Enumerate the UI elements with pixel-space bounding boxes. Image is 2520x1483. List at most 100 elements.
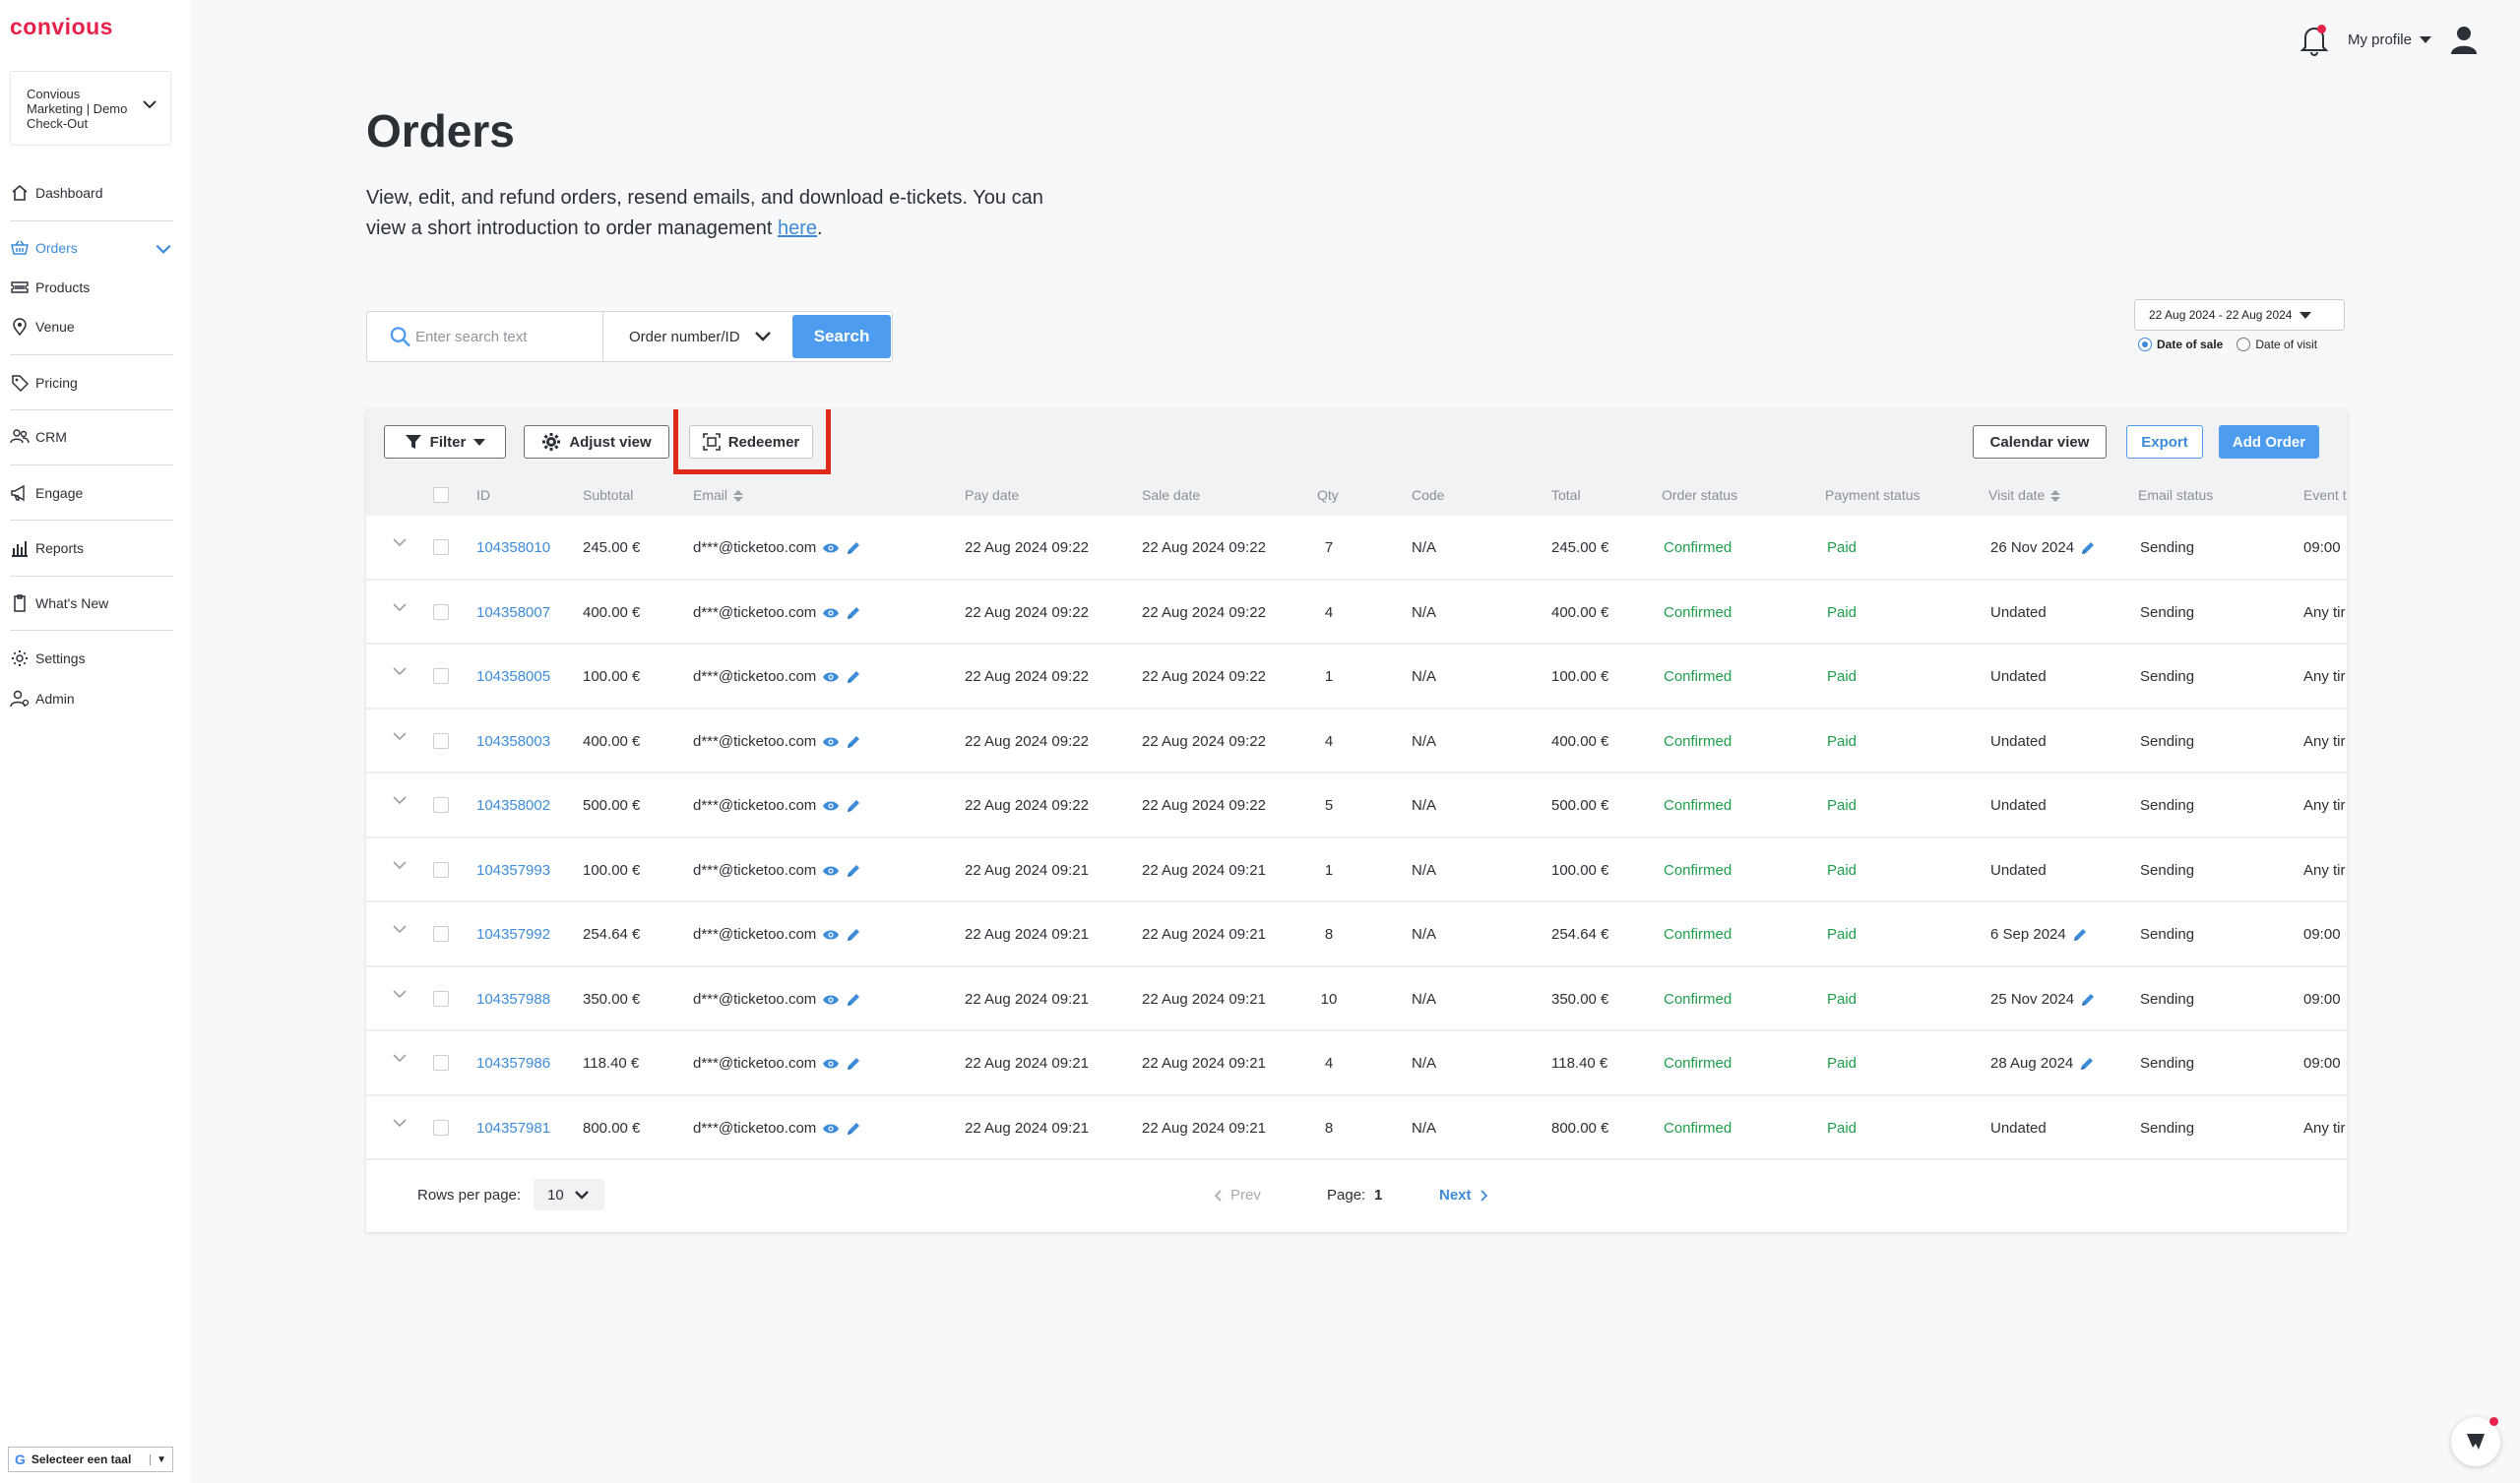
pencil-icon[interactable] [2080, 992, 2096, 1008]
cell-text[interactable]: 104358003 [476, 733, 550, 750]
order-id-link[interactable]: 104357988 [476, 991, 550, 1008]
cell-text[interactable]: 104358010 [476, 539, 550, 556]
add-order-button[interactable]: Add Order [2219, 425, 2319, 459]
order-id-link[interactable]: 104357981 [476, 1120, 550, 1137]
pencil-icon[interactable] [846, 1056, 861, 1072]
radio-date-of-visit[interactable]: Date of visit [2236, 338, 2317, 351]
search-button[interactable]: Search [792, 315, 891, 358]
row-checkbox[interactable] [433, 990, 449, 1007]
calendar-view-button[interactable]: Calendar view [1973, 425, 2107, 459]
chevron-down-icon[interactable] [392, 537, 408, 547]
column-header-subtotal[interactable]: Subtotal [583, 487, 633, 503]
row-checkbox[interactable] [433, 861, 449, 878]
eye-icon[interactable] [822, 928, 840, 942]
chevron-down-icon[interactable] [392, 924, 408, 934]
table-row[interactable]: 104358003 400.00 € d***@ticketoo.com 22 Aug… [366, 710, 2347, 773]
column-header-event-time[interactable]: Event t [2303, 487, 2347, 503]
eye-icon[interactable] [822, 799, 840, 813]
column-header-sale-date[interactable]: Sale date [1142, 487, 1200, 503]
cell-text[interactable]: 104357992 [476, 926, 550, 943]
sort-icon[interactable] [733, 489, 744, 503]
row-checkbox[interactable] [433, 1119, 449, 1136]
table-row[interactable]: 104357988 350.00 € d***@ticketoo.com 22 Aug… [366, 967, 2347, 1031]
order-id-link[interactable]: 104358003 [476, 733, 550, 750]
sidebar-item-products[interactable]: Products [10, 274, 173, 301]
order-id-link[interactable]: 104358010 [476, 539, 550, 556]
column-header-email[interactable]: Email [693, 487, 744, 503]
sidebar-item-whats-new[interactable]: What's New [10, 589, 173, 617]
sidebar-item-engage[interactable]: Engage [10, 479, 173, 507]
order-id-link[interactable]: 104357986 [476, 1055, 550, 1072]
table-row[interactable]: 104358010 245.00 € d***@ticketoo.com 22 Aug… [366, 516, 2347, 581]
sidebar-item-dashboard[interactable]: Dashboard [10, 179, 173, 207]
profile-menu[interactable]: My profile [2348, 31, 2431, 48]
eye-icon[interactable] [822, 1122, 840, 1136]
export-button[interactable]: Export [2126, 425, 2203, 459]
order-id-link[interactable]: 104358007 [476, 604, 550, 621]
eye-icon[interactable] [822, 1057, 840, 1071]
cell-text[interactable]: 104358002 [476, 797, 550, 814]
pencil-icon[interactable] [846, 1121, 861, 1137]
column-header-email-status[interactable]: Email status [2138, 487, 2213, 503]
sort-icon[interactable] [2050, 489, 2061, 503]
pencil-icon[interactable] [2080, 540, 2096, 556]
table-row[interactable]: 104357986 118.40 € d***@ticketoo.com 22 Aug… [366, 1031, 2347, 1096]
order-id-link[interactable]: 104357992 [476, 926, 550, 943]
language-selector[interactable]: G Selecteer een taal ▼ [8, 1447, 173, 1472]
sidebar-item-settings[interactable]: Settings [10, 645, 173, 672]
search-type-select[interactable]: Order number/ID [603, 329, 790, 345]
sidebar-item-crm[interactable]: CRM [10, 423, 173, 451]
row-checkbox[interactable] [433, 1055, 449, 1071]
order-id-link[interactable]: 104358005 [476, 668, 550, 685]
sidebar-item-admin[interactable]: Admin [10, 685, 173, 712]
intro-link[interactable]: here [778, 217, 817, 239]
pencil-icon[interactable] [846, 863, 861, 879]
sidebar-item-venue[interactable]: Venue [10, 313, 173, 340]
column-header-visit-date[interactable]: Visit date [1988, 487, 2061, 503]
table-row[interactable]: 104358007 400.00 € d***@ticketoo.com 22 Aug… [366, 581, 2347, 645]
column-header-total[interactable]: Total [1551, 487, 1581, 503]
pencil-icon[interactable] [846, 992, 861, 1008]
order-id-link[interactable]: 104357993 [476, 862, 550, 879]
radio-button-selected[interactable] [2138, 338, 2152, 351]
prev-page-button[interactable]: Prev [1215, 1187, 1261, 1204]
pencil-icon[interactable] [846, 605, 861, 621]
next-page-button[interactable]: Next [1439, 1187, 1487, 1204]
chevron-down-icon[interactable] [392, 602, 408, 612]
sidebar-item-pricing[interactable]: Pricing [10, 369, 173, 397]
chevron-down-icon[interactable] [392, 860, 408, 870]
eye-icon[interactable] [822, 993, 840, 1007]
eye-icon[interactable] [822, 735, 840, 749]
table-row[interactable]: 104357981 800.00 € d***@ticketoo.com 22 Aug… [366, 1096, 2347, 1160]
notifications-bell[interactable] [2297, 22, 2332, 57]
column-header-order-status[interactable]: Order status [1662, 487, 1737, 503]
search-input[interactable] [415, 328, 602, 345]
pencil-icon[interactable] [846, 798, 861, 814]
date-range-picker[interactable]: 22 Aug 2024 - 22 Aug 2024 [2134, 299, 2345, 331]
cell-text[interactable]: 104358005 [476, 668, 550, 685]
redeemer-button[interactable]: Redeemer [689, 425, 813, 459]
chevron-down-icon[interactable] [392, 795, 408, 805]
pencil-icon[interactable] [2072, 927, 2088, 943]
pencil-icon[interactable] [2079, 1056, 2095, 1072]
row-checkbox[interactable] [433, 797, 449, 813]
cell-text[interactable]: 104357988 [476, 991, 550, 1008]
cell-text[interactable]: 104357981 [476, 1120, 550, 1137]
column-header-id[interactable]: ID [476, 487, 490, 503]
chevron-down-icon[interactable] [392, 989, 408, 999]
row-checkbox[interactable] [433, 926, 449, 942]
row-checkbox[interactable] [433, 539, 449, 555]
chevron-down-icon[interactable] [392, 666, 408, 676]
pencil-icon[interactable] [846, 927, 861, 943]
select-all-checkbox[interactable] [433, 487, 449, 503]
radio-date-of-sale[interactable]: Date of sale [2138, 338, 2223, 351]
order-id-link[interactable]: 104358002 [476, 797, 550, 814]
chat-widget-button[interactable] [2451, 1417, 2500, 1466]
eye-icon[interactable] [822, 606, 840, 620]
table-row[interactable]: 104357992 254.64 € d***@ticketoo.com 22 Aug… [366, 902, 2347, 967]
eye-icon[interactable] [822, 541, 840, 555]
radio-button[interactable] [2236, 338, 2251, 351]
column-header-code[interactable]: Code [1412, 487, 1444, 503]
chevron-down-icon[interactable] [392, 1053, 408, 1063]
pencil-icon[interactable] [846, 669, 861, 685]
